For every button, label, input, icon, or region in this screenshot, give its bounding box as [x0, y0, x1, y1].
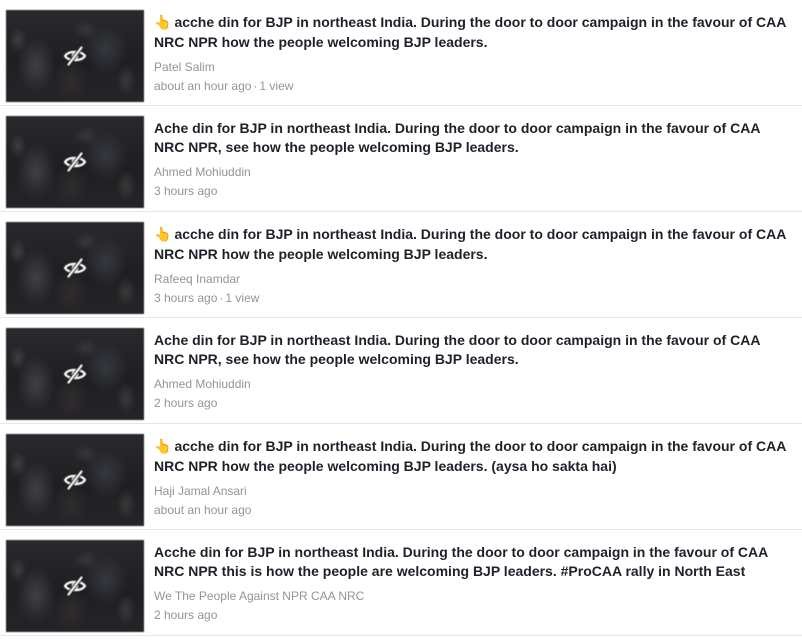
video-timestamp: 3 hours ago: [154, 184, 218, 198]
video-author-link[interactable]: Ahmed Mohiuddin: [154, 164, 794, 180]
video-author-link[interactable]: Ahmed Mohiuddin: [154, 376, 794, 392]
video-title-text: acche din for BJP in northeast India. Du…: [154, 226, 786, 262]
video-timestamp: about an hour ago: [154, 503, 252, 517]
video-meta: 2 hours ago: [154, 607, 794, 623]
video-thumbnail[interactable]: [6, 222, 144, 314]
video-thumbnail[interactable]: [6, 116, 144, 208]
video-meta: 3 hours ago: [154, 183, 794, 199]
video-title-link[interactable]: 👆 acche din for BJP in northeast India. D…: [154, 13, 794, 52]
pointing-up-emoji: 👆: [154, 15, 172, 31]
eye-slash-icon: [63, 258, 87, 278]
video-title-text: Ache din for BJP in northeast India. Dur…: [154, 120, 760, 155]
video-thumbnail[interactable]: [6, 434, 144, 526]
video-meta: about an hour ago: [154, 502, 794, 518]
video-timestamp: about an hour ago: [154, 79, 252, 93]
video-meta: 2 hours ago: [154, 395, 794, 411]
eye-slash-icon: [63, 152, 87, 172]
meta-separator: ·: [253, 79, 258, 93]
video-info: Acche din for BJP in northeast India. Du…: [154, 543, 794, 623]
video-author-link[interactable]: We The People Against NPR CAA NRC: [154, 588, 794, 604]
pointing-up-emoji: 👆: [154, 227, 172, 243]
video-title-text: acche din for BJP in northeast India. Du…: [154, 14, 786, 50]
video-info: Ache din for BJP in northeast India. Dur…: [154, 119, 794, 199]
video-result-row[interactable]: 👆 acche din for BJP in northeast India. D…: [0, 0, 802, 106]
video-thumbnail[interactable]: [6, 10, 144, 102]
video-result-row[interactable]: 👆 acche din for BJP in northeast India. D…: [0, 212, 802, 318]
video-info: Ache din for BJP in northeast India. Dur…: [154, 331, 794, 411]
video-meta: 3 hours ago · 1 view: [154, 290, 794, 306]
video-author-link[interactable]: Patel Salim: [154, 59, 794, 75]
video-title-link[interactable]: 👆 acche din for BJP in northeast India. D…: [154, 225, 794, 264]
video-meta: about an hour ago · 1 view: [154, 78, 794, 94]
video-title-text: Acche din for BJP in northeast India. Du…: [154, 544, 768, 579]
video-title-link[interactable]: Ache din for BJP in northeast India. Dur…: [154, 331, 794, 369]
video-info: 👆 acche din for BJP in northeast India. D…: [154, 225, 794, 306]
video-info: 👆 acche din for BJP in northeast India. D…: [154, 13, 794, 94]
eye-slash-icon: [63, 46, 87, 66]
video-title-text: acche din for BJP in northeast India. Du…: [154, 438, 786, 474]
eye-slash-icon: [63, 470, 87, 490]
video-info: 👆 acche din for BJP in northeast India. D…: [154, 437, 794, 518]
video-view-count: 1 view: [225, 291, 260, 305]
video-results-list: 👆 acche din for BJP in northeast India. D…: [0, 0, 802, 636]
video-author-link[interactable]: Haji Jamal Ansari: [154, 483, 794, 499]
video-author-link[interactable]: Rafeeq Inamdar: [154, 271, 794, 287]
video-view-count: 1 view: [259, 79, 294, 93]
video-timestamp: 3 hours ago: [154, 291, 218, 305]
video-thumbnail[interactable]: [6, 540, 144, 632]
video-timestamp: 2 hours ago: [154, 608, 218, 622]
video-thumbnail[interactable]: [6, 328, 144, 420]
video-result-row[interactable]: Ache din for BJP in northeast India. Dur…: [0, 318, 802, 424]
video-result-row[interactable]: 👆 acche din for BJP in northeast India. D…: [0, 424, 802, 530]
eye-slash-icon: [63, 364, 87, 384]
video-title-text: Ache din for BJP in northeast India. Dur…: [154, 332, 760, 367]
video-title-link[interactable]: Acche din for BJP in northeast India. Du…: [154, 543, 794, 581]
video-title-link[interactable]: Ache din for BJP in northeast India. Dur…: [154, 119, 794, 157]
video-timestamp: 2 hours ago: [154, 396, 218, 410]
pointing-up-emoji: 👆: [154, 439, 172, 455]
video-title-link[interactable]: 👆 acche din for BJP in northeast India. D…: [154, 437, 794, 476]
eye-slash-icon: [63, 576, 87, 596]
video-result-row[interactable]: Ache din for BJP in northeast India. Dur…: [0, 106, 802, 212]
meta-separator: ·: [219, 291, 224, 305]
video-result-row[interactable]: Acche din for BJP in northeast India. Du…: [0, 530, 802, 636]
